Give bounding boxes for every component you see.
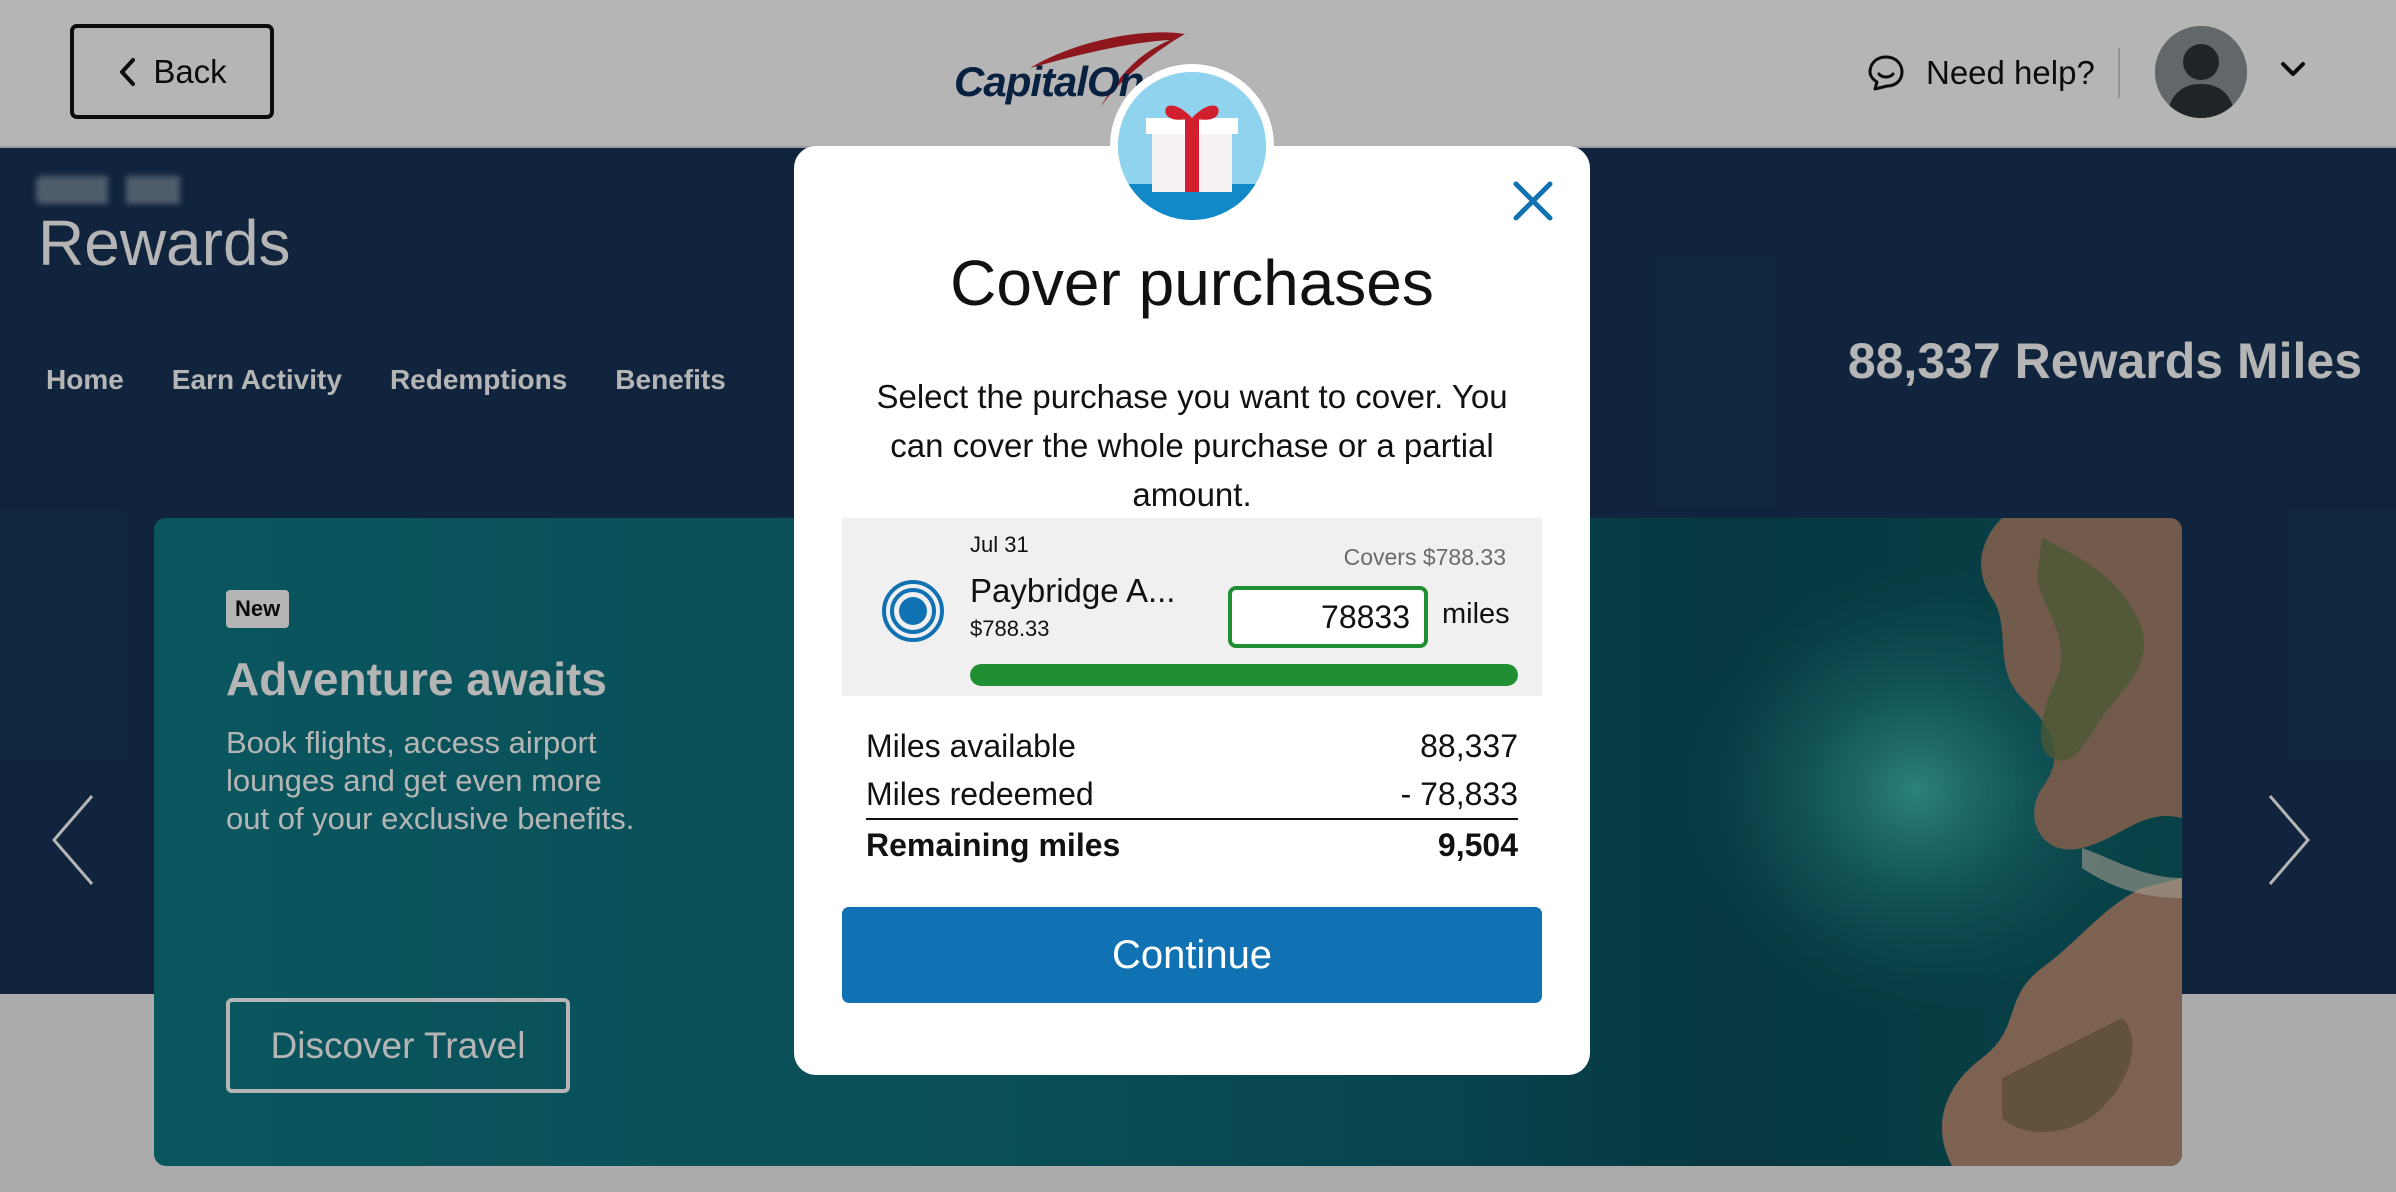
summary-row-remaining: Remaining miles 9,504 [866,820,1518,870]
summary-row-available: Miles available 88,337 [866,722,1518,770]
purchase-row[interactable]: Jul 31 Paybridge A... $788.33 Covers $78… [842,518,1542,696]
available-value: 88,337 [1420,727,1518,764]
coverage-progress-bar [970,664,1518,686]
gift-icon [1110,64,1274,228]
miles-unit-label: miles [1442,598,1510,630]
coverage-progress-fill [970,664,1518,686]
purchase-covers: Covers $788.33 [1343,544,1506,570]
purchase-merchant: Paybridge A... [970,572,1176,609]
dialog-title: Cover purchases [950,247,1434,319]
remaining-label: Remaining miles [866,826,1121,863]
close-icon[interactable] [1506,174,1560,228]
radio-selected-icon[interactable] [880,578,946,644]
redeemed-label: Miles redeemed [866,775,1094,812]
dialog-description: Select the purchase you want to cover. Y… [876,378,1508,513]
miles-input[interactable] [1228,586,1428,648]
redeemed-value: - 78,833 [1400,775,1518,812]
purchase-amount: $788.33 [970,616,1050,641]
gift-illustration [1118,72,1266,220]
available-label: Miles available [866,727,1076,764]
summary-row-redeemed: Miles redeemed - 78,833 [866,770,1518,820]
miles-summary: Miles available 88,337 Miles redeemed - … [866,722,1518,870]
purchase-date: Jul 31 [970,532,1029,557]
remaining-value: 9,504 [1437,826,1518,863]
continue-button[interactable]: Continue [842,907,1542,1003]
